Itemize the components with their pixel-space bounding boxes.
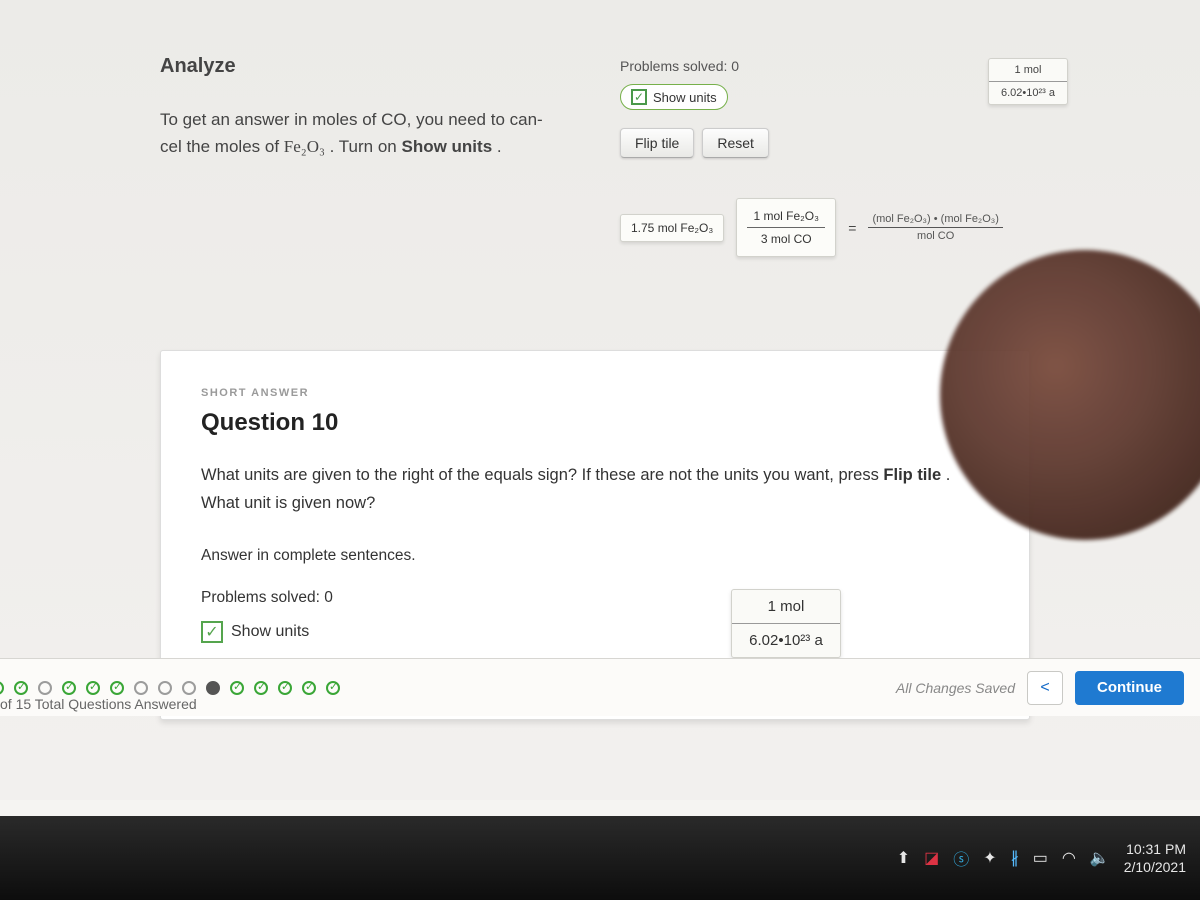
checkmark-icon: ✓ xyxy=(201,621,223,643)
bluetooth-icon[interactable]: ∦ xyxy=(1011,848,1019,868)
tile-conversion[interactable]: 1 mol Fe₂O₃ 3 mol CO xyxy=(736,198,836,257)
footer-right: All Changes Saved < Continue xyxy=(896,671,1184,705)
lesson-page: Analyze To get an answer in moles of CO,… xyxy=(0,0,1200,800)
battery-icon[interactable]: ▭ xyxy=(1033,848,1048,868)
progress-dot[interactable] xyxy=(86,681,100,695)
progress-dot[interactable] xyxy=(0,681,4,695)
analyze-line1: To get an answer in moles of CO, you nee… xyxy=(160,110,543,129)
tray-icon[interactable]: ⬆ xyxy=(897,848,910,868)
progress-dot[interactable] xyxy=(38,681,52,695)
problem-widget: Problems solved: 0 ✓ Show units Flip til… xyxy=(620,58,1065,257)
embedded-left: Problems solved: 0 ✓ Show units xyxy=(201,589,333,643)
reset-button[interactable]: Reset xyxy=(702,128,769,158)
question-prompt: What units are given to the right of the… xyxy=(201,461,989,517)
analyze-line2b: . Turn on xyxy=(330,137,402,156)
tile-conversion-bot: 3 mol CO xyxy=(747,228,825,250)
widget-controls: Flip tile Reset xyxy=(620,128,1065,158)
analyze-heading: Analyze xyxy=(160,55,600,78)
embedded-show-units[interactable]: ✓ Show units xyxy=(201,621,309,643)
skype-icon[interactable]: ⓢ xyxy=(953,846,969,870)
progress-dot[interactable] xyxy=(206,681,220,695)
question-type-tag: SHORT ANSWER xyxy=(201,387,989,399)
progress-dot[interactable] xyxy=(62,681,76,695)
result-units: (mol Fe₂O₃) • (mol Fe₂O₃) mol CO xyxy=(868,213,1002,242)
progress-dot[interactable] xyxy=(182,681,196,695)
embedded-show-units-label: Show units xyxy=(231,623,309,641)
progress-dot[interactable] xyxy=(302,681,316,695)
analyze-line2a: cel the moles of xyxy=(160,137,284,156)
result-bot: mol CO xyxy=(913,228,958,242)
acrobat-icon[interactable]: ◪ xyxy=(924,848,939,868)
progress-dot[interactable] xyxy=(14,681,28,695)
analyze-end: . xyxy=(497,137,502,156)
progress-dots xyxy=(0,681,340,695)
chem-formula: Fe₂O₃ xyxy=(284,137,325,156)
show-units-row: ✓ Show units xyxy=(620,84,1065,110)
prompt-bold: Flip tile xyxy=(883,466,941,484)
tile-conversion-top: 1 mol Fe₂O₃ xyxy=(747,205,825,228)
checkmark-icon: ✓ xyxy=(631,89,647,105)
tile-given[interactable]: 1.75 mol Fe₂O₃ xyxy=(620,214,724,242)
progress-dot[interactable] xyxy=(110,681,124,695)
clock-time: 10:31 PM xyxy=(1124,840,1186,858)
tile-row: 1.75 mol Fe₂O₃ 1 mol Fe₂O₃ 3 mol CO = (m… xyxy=(620,198,1065,257)
progress-dot[interactable] xyxy=(254,681,268,695)
flip-tile-button[interactable]: Flip tile xyxy=(620,128,694,158)
embedded-tile-top: 1 mol xyxy=(732,590,840,624)
progress-dot[interactable] xyxy=(134,681,148,695)
show-units-toggle[interactable]: ✓ Show units xyxy=(620,84,728,110)
app-icon[interactable]: ✦ xyxy=(983,848,996,868)
equals-sign: = xyxy=(848,220,856,236)
save-status: All Changes Saved xyxy=(896,680,1015,696)
progress-text: of 15 Total Questions Answered xyxy=(0,696,197,712)
prompt-pre: What units are given to the right of the… xyxy=(201,466,883,484)
continue-button[interactable]: Continue xyxy=(1075,671,1184,705)
problems-solved-label: Problems solved: 0 xyxy=(620,58,739,74)
embedded-tile-bot: 6.02•10²³ a xyxy=(732,624,840,657)
system-tray: ⬆ ◪ ⓢ ✦ ∦ ▭ ◠ 🔈 xyxy=(897,846,1110,870)
analyze-bold: Show units xyxy=(401,137,492,156)
answer-hint: Answer in complete sentences. xyxy=(201,547,989,565)
analyze-text: To get an answer in moles of CO, you nee… xyxy=(160,106,600,160)
progress-dot[interactable] xyxy=(278,681,292,695)
progress-dot[interactable] xyxy=(230,681,244,695)
clock[interactable]: 10:31 PM 2/10/2021 xyxy=(1124,840,1186,876)
question-title: Question 10 xyxy=(201,409,989,437)
clock-date: 2/10/2021 xyxy=(1124,858,1186,876)
widget-header: Problems solved: 0 xyxy=(620,58,1065,74)
volume-icon[interactable]: 🔈 xyxy=(1090,848,1110,868)
analyze-block: Analyze To get an answer in moles of CO,… xyxy=(160,55,600,160)
windows-taskbar[interactable]: ⬆ ◪ ⓢ ✦ ∦ ▭ ◠ 🔈 10:31 PM 2/10/2021 xyxy=(0,816,1200,900)
progress-dot[interactable] xyxy=(326,681,340,695)
embedded-widget: Problems solved: 0 ✓ Show units 1 mol 6.… xyxy=(201,589,841,658)
result-top: (mol Fe₂O₃) • (mol Fe₂O₃) xyxy=(868,213,1002,228)
show-units-label: Show units xyxy=(653,90,717,105)
embedded-problems-solved: Problems solved: 0 xyxy=(201,589,333,607)
back-button[interactable]: < xyxy=(1027,671,1063,705)
progress-dot[interactable] xyxy=(158,681,172,695)
wifi-icon[interactable]: ◠ xyxy=(1062,848,1076,868)
embedded-answer-tile[interactable]: 1 mol 6.02•10²³ a xyxy=(731,589,841,658)
